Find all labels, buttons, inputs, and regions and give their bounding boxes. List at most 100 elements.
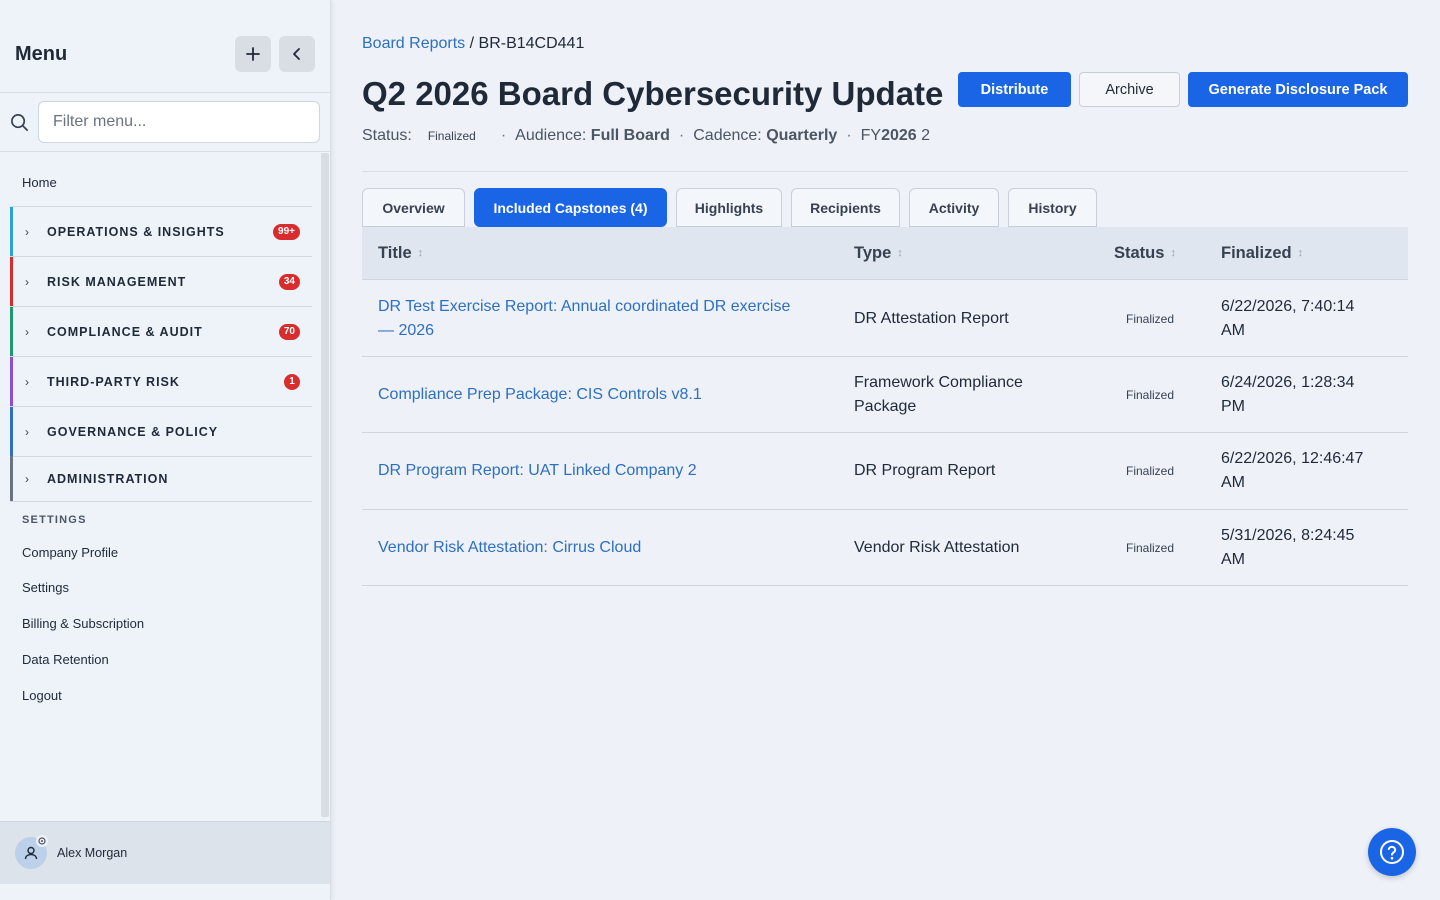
column-header-label: Type (854, 243, 892, 262)
column-header-label: Status (1114, 243, 1165, 262)
capstone-type: DR Program Report (854, 462, 996, 479)
table-header-row: Title ↕ Type ↕ Status ↕ Finalized ↕ (362, 227, 1408, 280)
archive-button[interactable]: Archive (1079, 72, 1180, 107)
divider (362, 171, 1408, 172)
chevron-right-icon: › (25, 424, 29, 439)
help-button[interactable] (1368, 828, 1416, 876)
table-row: Compliance Prep Package: CIS Controls v8… (362, 357, 1408, 433)
table-row: Vendor Risk Attestation: Cirrus Cloud Ve… (362, 510, 1408, 586)
nav-group-label: OPERATIONS & INSIGHTS (47, 224, 225, 239)
column-header-label: Finalized (1221, 243, 1292, 262)
sort-icon: ↕ (417, 247, 424, 259)
generate-disclosure-pack-button[interactable]: Generate Disclosure Pack (1188, 72, 1408, 107)
chevron-right-icon: › (25, 224, 29, 239)
cadence-value: Quarterly (766, 127, 838, 144)
search-icon (11, 114, 28, 131)
add-button[interactable] (235, 36, 271, 72)
tab-history[interactable]: History (1008, 188, 1097, 227)
sidebar-item-data-retention[interactable]: Data Retention (22, 652, 109, 667)
finalized-date: 5/31/2026, 8:24:45 AM (1221, 526, 1355, 568)
report-meta: Status: Finalized · Audience: Full Board… (362, 127, 930, 145)
capstone-title-link[interactable]: DR Program Report: UAT Linked Company 2 (378, 459, 828, 483)
sidebar-item-home[interactable]: Home (22, 175, 57, 190)
table-row: DR Program Report: UAT Linked Company 2 … (362, 433, 1408, 510)
sidebar-search (0, 93, 330, 152)
tab-included-capstones[interactable]: Included Capstones (4) (474, 188, 667, 227)
chevron-right-icon: › (25, 471, 29, 486)
sidebar: Menu Home › OPERATIONS & INSIGHTS 99+ › … (0, 0, 331, 900)
nav-group-label: GOVERNANCE & POLICY (47, 424, 219, 439)
collapse-sidebar-button[interactable] (279, 36, 315, 72)
fiscal-quarter: 2 (916, 127, 931, 144)
nav-group-label: RISK MANAGEMENT (47, 274, 187, 289)
nav-group-third-party-risk[interactable]: › THIRD-PARTY RISK 1 (10, 357, 312, 407)
nav-group-compliance-audit[interactable]: › COMPLIANCE & AUDIT 70 (10, 307, 312, 357)
breadcrumb-current: BR-B14CD441 (478, 35, 585, 52)
question-icon (1380, 840, 1404, 864)
nav-group-governance-policy[interactable]: › GOVERNANCE & POLICY (10, 407, 312, 457)
tab-recipients[interactable]: Recipients (791, 188, 900, 227)
group-color-bar (10, 407, 13, 456)
count-badge: 34 (278, 273, 300, 290)
separator-dot: · (678, 127, 685, 144)
user-name: Alex Morgan (57, 846, 128, 860)
capstone-title-link[interactable]: DR Test Exercise Report: Annual coordina… (378, 295, 828, 343)
group-color-bar (10, 257, 13, 306)
capstone-type: Vendor Risk Attestation (854, 538, 1020, 556)
user-footer[interactable]: Alex Morgan (0, 821, 330, 884)
sort-icon: ↕ (1170, 247, 1176, 259)
chevron-right-icon: › (25, 324, 29, 339)
capstones-table: Title ↕ Type ↕ Status ↕ Finalized ↕ DR Test … (362, 227, 1408, 586)
group-color-bar (10, 207, 13, 256)
status-badge: Finalized (1126, 464, 1175, 478)
main-content: Board Reports / BR-B14CD441 Q2 2026 Boar… (362, 0, 1408, 900)
audience-label: Audience: (515, 127, 587, 144)
finalized-date: 6/24/2026, 1:28:34 PM (1221, 373, 1355, 415)
nav-group-operations-insights[interactable]: › OPERATIONS & INSIGHTS 99+ (10, 207, 312, 257)
sidebar-title: Menu (15, 43, 68, 65)
group-color-bar (10, 357, 13, 406)
sidebar-item-company-profile[interactable]: Company Profile (22, 545, 118, 560)
cadence-label: Cadence: (693, 127, 762, 144)
breadcrumb-separator: / (465, 35, 479, 52)
audience-value: Full Board (590, 127, 670, 144)
distribute-button[interactable]: Distribute (958, 72, 1071, 107)
breadcrumb-board-reports-link[interactable]: Board Reports (362, 35, 465, 52)
capstone-title-link[interactable]: Compliance Prep Package: CIS Controls v8… (378, 383, 828, 407)
count-badge: 70 (278, 323, 300, 340)
column-header-status[interactable]: Status ↕ (1114, 244, 1176, 263)
sidebar-item-billing[interactable]: Billing & Subscription (22, 616, 144, 631)
finalized-date: 6/22/2026, 12:46:47 AM (1221, 450, 1364, 491)
chevron-left-icon (293, 48, 300, 60)
fiscal-year-prefix: FY (860, 127, 882, 144)
gear-icon (36, 835, 48, 847)
tab-highlights[interactable]: Highlights (676, 188, 782, 227)
tab-bar: Overview Included Capstones (4) Highligh… (362, 188, 1106, 227)
nav-group-label: COMPLIANCE & AUDIT (47, 324, 203, 339)
filter-menu-input[interactable] (38, 101, 320, 143)
chevron-right-icon: › (25, 374, 29, 389)
plus-icon (246, 47, 260, 61)
sort-icon: ↕ (897, 247, 903, 259)
sidebar-scrollbar[interactable] (321, 153, 329, 817)
nav-group-risk-management[interactable]: › RISK MANAGEMENT 34 (10, 257, 312, 307)
status-badge: Finalized (427, 129, 476, 143)
sidebar-item-logout[interactable]: Logout (22, 688, 62, 703)
count-badge: 1 (284, 373, 300, 390)
column-header-type[interactable]: Type ↕ (854, 244, 903, 263)
chevron-right-icon: › (25, 274, 29, 289)
capstone-type: DR Attestation Report (854, 310, 1009, 327)
column-header-title[interactable]: Title ↕ (378, 244, 423, 263)
column-header-finalized[interactable]: Finalized ↕ (1221, 244, 1303, 263)
fiscal-year-value: 2026 (881, 127, 917, 144)
nav-group-label: THIRD-PARTY RISK (47, 374, 180, 389)
status-badge: Finalized (1126, 312, 1175, 326)
sidebar-item-settings[interactable]: Settings (22, 580, 69, 595)
capstone-title-link[interactable]: Vendor Risk Attestation: Cirrus Cloud (378, 536, 828, 560)
count-badge: 99+ (273, 223, 300, 240)
tab-activity[interactable]: Activity (909, 188, 999, 227)
nav-group-administration[interactable]: › ADMINISTRATION (10, 456, 312, 502)
tab-overview[interactable]: Overview (362, 188, 465, 227)
column-header-label: Title (378, 243, 412, 262)
group-color-bar (10, 307, 13, 356)
